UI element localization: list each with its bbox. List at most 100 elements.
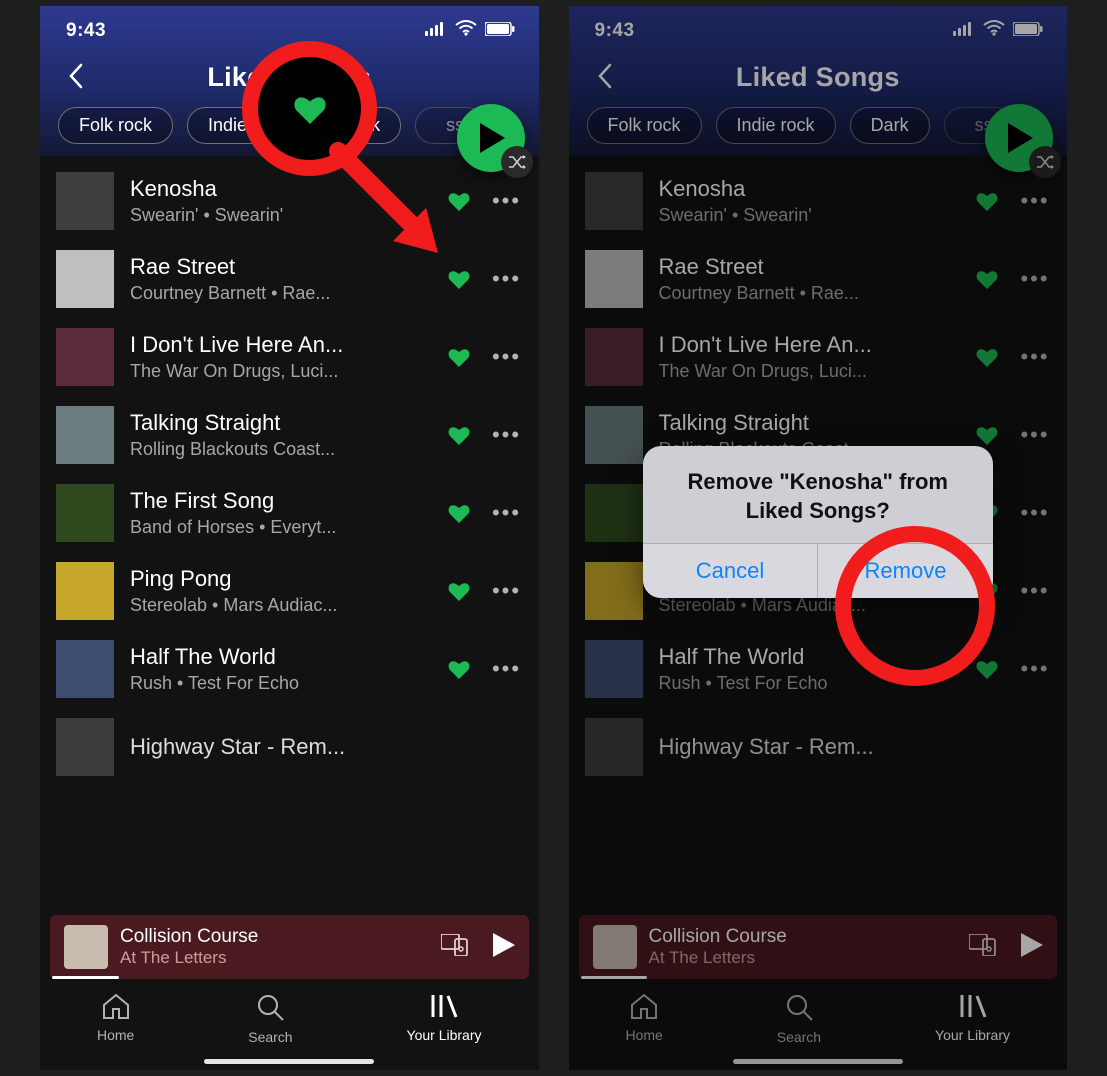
track-title: Half The World (130, 644, 427, 670)
track-row[interactable]: I Don't Live Here An...The War On Drugs,… (569, 318, 1068, 396)
like-button[interactable] (443, 497, 475, 529)
track-row[interactable]: Rae Street Courtney Barnett • Rae... ••• (569, 240, 1068, 318)
track-title: I Don't Live Here An... (130, 332, 427, 358)
status-icons (953, 20, 1043, 42)
now-playing-title: Collision Course (649, 926, 787, 948)
album-art (56, 484, 114, 542)
album-art (585, 172, 643, 230)
more-button[interactable]: ••• (1019, 185, 1051, 217)
tab-library[interactable]: Your Library (935, 993, 1010, 1045)
tab-label: Your Library (407, 1027, 482, 1043)
track-meta: Rae Street Courtney Barnett • Rae... (130, 254, 427, 304)
track-row[interactable]: Highway Star - Rem... (569, 708, 1068, 786)
now-playing[interactable]: Collision Course At The Letters (50, 915, 529, 979)
cancel-button[interactable]: Cancel (643, 544, 818, 598)
now-playing[interactable]: Collision Course At The Letters (579, 915, 1058, 979)
album-art (56, 718, 114, 776)
like-button[interactable] (443, 263, 475, 295)
more-button[interactable]: ••• (491, 185, 523, 217)
track-title: Kenosha (130, 176, 427, 202)
home-indicator[interactable] (733, 1059, 903, 1064)
like-button[interactable] (443, 419, 475, 451)
album-art (585, 562, 643, 620)
more-button[interactable]: ••• (491, 653, 523, 685)
track-title: I Don't Live Here An... (659, 332, 956, 358)
back-button[interactable] (58, 58, 94, 94)
like-button[interactable] (443, 341, 475, 373)
track-row[interactable]: The First Song Band of Horses • Everyt..… (40, 474, 539, 552)
more-button[interactable]: ••• (1019, 263, 1051, 295)
track-title: Highway Star - Rem... (130, 734, 523, 760)
more-button[interactable]: ••• (1019, 419, 1051, 451)
progress-bar[interactable] (581, 976, 648, 979)
home-indicator[interactable] (204, 1059, 374, 1064)
battery-icon (485, 20, 515, 42)
track-row[interactable]: Ping Pong Stereolab • Mars Audiac... ••• (40, 552, 539, 630)
like-button[interactable] (971, 185, 1003, 217)
track-sub: Rush • Test For Echo (130, 673, 427, 694)
mini-play-button[interactable] (1021, 933, 1043, 962)
tab-search[interactable]: Search (777, 993, 821, 1045)
wifi-icon (455, 20, 477, 42)
tab-home[interactable]: Home (625, 993, 662, 1045)
status-icons (425, 20, 515, 42)
track-sub: Rush • Test For Echo (659, 673, 956, 694)
now-playing-art (593, 925, 637, 969)
chip-indie-rock[interactable]: Indie rock (716, 107, 836, 144)
more-button[interactable]: ••• (491, 419, 523, 451)
like-button[interactable] (971, 263, 1003, 295)
more-button[interactable]: ••• (1019, 575, 1051, 607)
back-button[interactable] (587, 58, 623, 94)
like-button[interactable] (443, 185, 475, 217)
track-sub: Courtney Barnett • Rae... (659, 283, 956, 304)
shuffle-icon[interactable] (501, 146, 533, 178)
more-button[interactable]: ••• (1019, 497, 1051, 529)
track-row[interactable]: Talking Straight Rolling Blackouts Coast… (40, 396, 539, 474)
track-row[interactable]: Kenosha Swearin' • Swearin' ••• (40, 162, 539, 240)
album-art (56, 172, 114, 230)
tab-home[interactable]: Home (97, 993, 134, 1045)
track-title: Ping Pong (130, 566, 427, 592)
track-row[interactable]: I Don't Live Here An... The War On Drugs… (40, 318, 539, 396)
track-title: Rae Street (659, 254, 956, 280)
progress-bar[interactable] (52, 976, 119, 979)
home-icon (630, 993, 658, 1022)
tab-library[interactable]: Your Library (407, 993, 482, 1045)
track-title: Talking Straight (130, 410, 427, 436)
like-button[interactable] (443, 575, 475, 607)
track-sub: Swearin' • Swearin' (659, 205, 956, 226)
track-list[interactable]: Kenosha Swearin' • Swearin' ••• Rae Stre… (40, 156, 539, 915)
track-meta: Half The World Rush • Test For Echo (130, 644, 427, 694)
remove-button[interactable]: Remove (817, 544, 993, 598)
mini-play-button[interactable] (493, 933, 515, 962)
chip-dark[interactable]: Dark (321, 107, 401, 144)
tab-label: Home (625, 1027, 662, 1043)
chip-folk-rock[interactable]: Folk rock (58, 107, 173, 144)
more-button[interactable]: ••• (1019, 341, 1051, 373)
more-button[interactable]: ••• (491, 263, 523, 295)
track-row[interactable]: Rae Street Courtney Barnett • Rae... ••• (40, 240, 539, 318)
more-button[interactable]: ••• (491, 575, 523, 607)
like-button[interactable] (971, 653, 1003, 685)
tab-search[interactable]: Search (248, 993, 292, 1045)
tab-label: Your Library (935, 1027, 1010, 1043)
chip-indie-rock[interactable]: Indie rock (187, 107, 307, 144)
more-button[interactable]: ••• (491, 341, 523, 373)
more-button[interactable]: ••• (1019, 653, 1051, 685)
track-row[interactable]: KenoshaSwearin' • Swearin' ••• (569, 162, 1068, 240)
track-row[interactable]: Highway Star - Rem... (40, 708, 539, 786)
album-art (56, 406, 114, 464)
track-row[interactable]: Half The World Rush • Test For Echo ••• (40, 630, 539, 708)
like-button[interactable] (443, 653, 475, 685)
track-meta: Talking Straight Rolling Blackouts Coast… (130, 410, 427, 460)
chip-folk-rock[interactable]: Folk rock (587, 107, 702, 144)
track-row[interactable]: Half The WorldRush • Test For Echo ••• (569, 630, 1068, 708)
more-button[interactable]: ••• (491, 497, 523, 529)
like-button[interactable] (971, 341, 1003, 373)
devices-icon[interactable] (969, 934, 997, 961)
shuffle-icon[interactable] (1029, 146, 1061, 178)
devices-icon[interactable] (441, 934, 469, 961)
album-art (585, 250, 643, 308)
album-art (585, 640, 643, 698)
chip-dark[interactable]: Dark (850, 107, 930, 144)
